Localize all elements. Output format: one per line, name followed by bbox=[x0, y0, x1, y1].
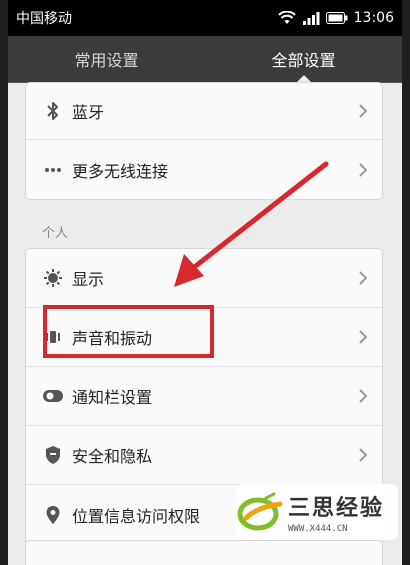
status-icons: 13:06 bbox=[277, 10, 394, 26]
watermark-url: WWW.X444.CN bbox=[288, 524, 348, 534]
tab-active-indicator bbox=[296, 75, 311, 82]
status-bar: 中国移动 13:06 bbox=[8, 0, 402, 36]
battery-icon bbox=[325, 12, 348, 24]
tab-common-settings[interactable]: 常用设置 bbox=[8, 36, 205, 82]
tab-label: 常用设置 bbox=[74, 51, 139, 70]
signal-icon bbox=[302, 12, 320, 25]
phone-screen: 中国移动 13:06 常用设置 全部设置 蓝牙 更多无线连接 个人 显示 声音和… bbox=[8, 0, 402, 565]
watermark-logo bbox=[237, 492, 283, 531]
watermark: 三思经验 WWW.X444.CN bbox=[236, 484, 398, 540]
carrier-name: 中国移动 bbox=[16, 11, 72, 27]
watermark-title: 三思经验 bbox=[288, 496, 385, 521]
tab-label: 全部设置 bbox=[271, 51, 336, 70]
tab-all-settings[interactable]: 全部设置 bbox=[205, 36, 402, 82]
settings-list: 蓝牙 更多无线连接 个人 显示 声音和振动 通知栏设置 安全和隐私 位置信息访问… bbox=[8, 82, 402, 565]
wifi-icon bbox=[277, 11, 296, 24]
status-time: 13:06 bbox=[353, 10, 394, 26]
settings-tab-bar: 常用设置 全部设置 bbox=[8, 36, 402, 83]
